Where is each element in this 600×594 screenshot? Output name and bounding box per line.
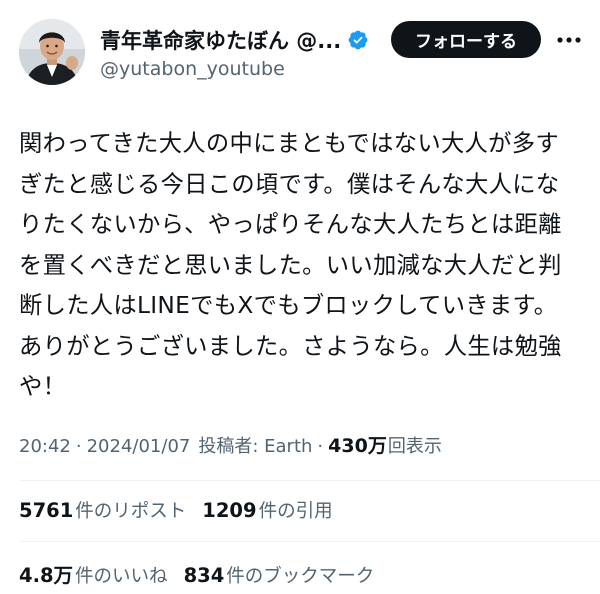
views-count: 430万 xyxy=(328,435,387,457)
divider xyxy=(19,480,600,481)
tweet-detail: 青年革命家ゆたぼん @... @yutabon_youtube フォローする 関… xyxy=(0,0,600,594)
quotes-label: 件の引用 xyxy=(258,501,333,522)
views-label: 回表示 xyxy=(387,436,442,457)
verified-badge-icon xyxy=(347,29,369,51)
bookmarks-stat[interactable]: 834 件のブックマーク xyxy=(184,562,375,588)
stats-row-likes: 4.8万 件のいいね 834 件のブックマーク xyxy=(19,559,390,588)
follow-button[interactable]: フォローする xyxy=(391,21,541,58)
quotes-stat[interactable]: 1209 件の引用 xyxy=(202,497,332,523)
tweet-text: 関わってきた大人の中にまともではない大人が多す ぎたと感じる今日この頃です。僕は… xyxy=(19,124,581,408)
more-options-button[interactable] xyxy=(552,26,586,54)
poster-label: 投稿者: Earth xyxy=(198,436,313,457)
reposts-count: 5761 xyxy=(19,499,74,522)
tweet-text-line: や！ xyxy=(19,373,67,400)
likes-count: 4.8万 xyxy=(19,564,74,587)
likes-stat[interactable]: 4.8万 件のいいね xyxy=(19,559,168,588)
tweet-text-line: ぎたと感じる今日この頃です。僕はそんな大人にな xyxy=(19,170,560,198)
likes-label: 件のいいね xyxy=(75,566,168,587)
tweet-time[interactable]: 20:42 xyxy=(19,436,71,457)
stats-row-reposts: 5761 件のリポスト 1209 件の引用 xyxy=(19,497,349,523)
meta-separator: · xyxy=(75,436,82,457)
display-name-row[interactable]: 青年革命家ゆたぼん @... xyxy=(100,24,369,56)
user-handle[interactable]: @yutabon_youtube xyxy=(100,58,285,80)
tweet-text-line: を置くべきだと思いました。いい加減な大人だと判 xyxy=(19,251,562,279)
tweet-text-line: 関わってきた大人の中にまともではない大人が多す xyxy=(19,130,559,157)
display-name[interactable]: 青年革命家ゆたぼん @... xyxy=(100,25,341,55)
reposts-label: 件のリポスト xyxy=(75,501,187,522)
more-horizontal-icon xyxy=(557,37,581,43)
tweet-header: 青年革命家ゆたぼん @... @yutabon_youtube フォローする xyxy=(0,0,600,100)
tweet-text-line: 断した人はLINEでもXでもブロックしていきます。 xyxy=(19,292,558,319)
bookmarks-label: 件のブックマーク xyxy=(226,566,375,587)
divider xyxy=(19,541,600,542)
tweet-meta: 20:42 · 2024/01/07 投稿者: Earth · 430万 回表示 xyxy=(19,431,442,458)
reposts-stat[interactable]: 5761 件のリポスト xyxy=(19,497,186,523)
meta-separator: · xyxy=(317,436,324,457)
tweet-text-line: ありがとうございました。さようなら。人生は勉強 xyxy=(19,332,562,360)
tweet-text-line: りたくないから、やっぱりそんな大人たちとは距離 xyxy=(19,211,562,238)
avatar[interactable] xyxy=(19,19,85,85)
avatar-image xyxy=(19,19,85,85)
quotes-count: 1209 xyxy=(202,499,257,522)
bookmarks-count: 834 xyxy=(183,564,225,587)
tweet-date[interactable]: 2024/01/07 xyxy=(87,436,191,457)
